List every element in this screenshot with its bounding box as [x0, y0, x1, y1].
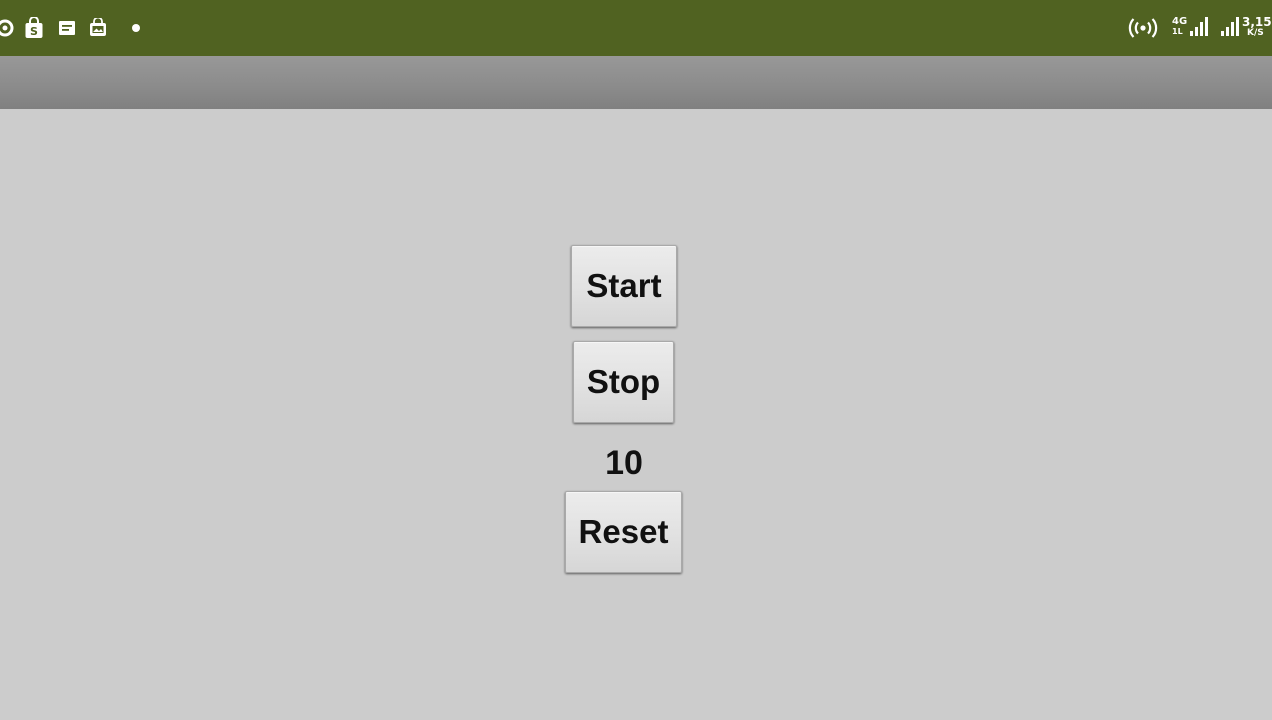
signal-icon	[1188, 16, 1210, 38]
network-sub-label: 1L	[1172, 27, 1183, 36]
start-button[interactable]: Start	[571, 245, 677, 327]
notification-dot-icon	[131, 23, 141, 33]
network-speed-value: 3,15	[1242, 15, 1272, 29]
network-type-indicator: 4G 1L	[1170, 16, 1190, 40]
sync-icon	[0, 17, 16, 39]
network-speed-indicator: 3,15 K/S	[1242, 15, 1272, 41]
reset-button[interactable]: Reset	[565, 491, 682, 573]
message-icon	[57, 17, 77, 39]
counter-value: 10	[605, 444, 643, 482]
action-bar	[0, 56, 1272, 109]
main-content: Start Stop 10 Reset	[0, 109, 1272, 720]
stop-button[interactable]: Stop	[573, 341, 674, 423]
gallery-icon	[88, 17, 108, 39]
network-speed-unit: K/S	[1247, 28, 1264, 38]
hotspot-icon	[1128, 17, 1158, 39]
shopping-bag-icon: S	[24, 17, 44, 39]
signal-icon	[1219, 16, 1241, 38]
svg-text:S: S	[30, 25, 38, 38]
network-type-label: 4G	[1172, 16, 1188, 27]
status-bar: S 4G 1L 3,15 K/S	[0, 0, 1272, 56]
